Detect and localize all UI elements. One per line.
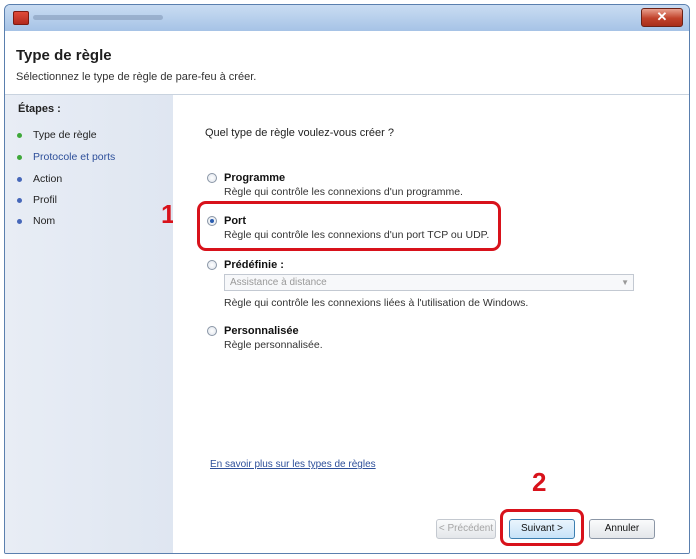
chevron-down-icon: ▼ (621, 278, 629, 287)
port-highlight-box (197, 201, 501, 251)
step-label: Nom (33, 215, 56, 227)
radio-personnalisee[interactable] (207, 326, 217, 336)
main-panel: Quel type de règle voulez-vous créer ? P… (173, 95, 689, 553)
radio-programme[interactable] (207, 173, 217, 183)
next-button[interactable]: Suivant > (509, 519, 575, 539)
page-title: Type de règle (16, 47, 112, 64)
predefined-rule-dropdown[interactable]: Assistance à distance ▼ (224, 274, 634, 291)
window-title (33, 15, 163, 20)
option-description: Règle personnalisée. (224, 339, 323, 351)
step-type-de-regle: Type de règle (15, 127, 97, 143)
step-label[interactable]: Protocole et ports (33, 151, 115, 163)
page-subtitle: Sélectionnez le type de règle de pare-fe… (16, 71, 257, 83)
radio-predefinie[interactable] (207, 260, 217, 270)
step-label: Type de règle (33, 129, 97, 141)
step-protocole-et-ports[interactable]: Protocole et ports (15, 149, 115, 165)
close-icon: ✕ (656, 9, 668, 24)
step-dot-icon (17, 218, 22, 224)
cancel-button[interactable]: Annuler (589, 519, 655, 539)
step-profil: Profil (15, 192, 57, 208)
step-label: Profil (33, 194, 57, 206)
step-dot-icon (17, 154, 22, 160)
step-label: Action (33, 173, 63, 185)
steps-heading: Étapes : (18, 103, 61, 115)
option-title[interactable]: Personnalisée (224, 325, 299, 337)
option-description: Règle qui contrôle les connexions d'un p… (224, 186, 463, 198)
close-button[interactable]: ✕ (641, 8, 683, 27)
previous-button[interactable]: < Précédent (436, 519, 496, 539)
option-description: Règle qui contrôle les connexions liées … (224, 297, 529, 309)
option-title[interactable]: Prédéfinie : (224, 259, 284, 271)
wizard-header: Type de règle Sélectionnez le type de rè… (5, 31, 689, 95)
wizard-window: ✕ Type de règle Sélectionnez le type de … (4, 4, 690, 554)
step-dot-icon (17, 132, 22, 138)
steps-sidebar: Étapes : Type de règle Protocole et port… (5, 95, 175, 553)
step-action: Action (15, 171, 62, 187)
option-title[interactable]: Programme (224, 172, 285, 184)
title-bar[interactable]: ✕ (5, 5, 689, 31)
callout-number-2: 2 (532, 467, 547, 497)
learn-more-link[interactable]: En savoir plus sur les types de règles (210, 459, 376, 470)
step-dot-icon (17, 197, 22, 203)
step-dot-icon (17, 176, 22, 182)
step-nom: Nom (15, 213, 55, 229)
dropdown-value: Assistance à distance (230, 277, 327, 288)
firewall-app-icon (13, 11, 29, 25)
question-label: Quel type de règle voulez-vous créer ? (205, 127, 394, 139)
